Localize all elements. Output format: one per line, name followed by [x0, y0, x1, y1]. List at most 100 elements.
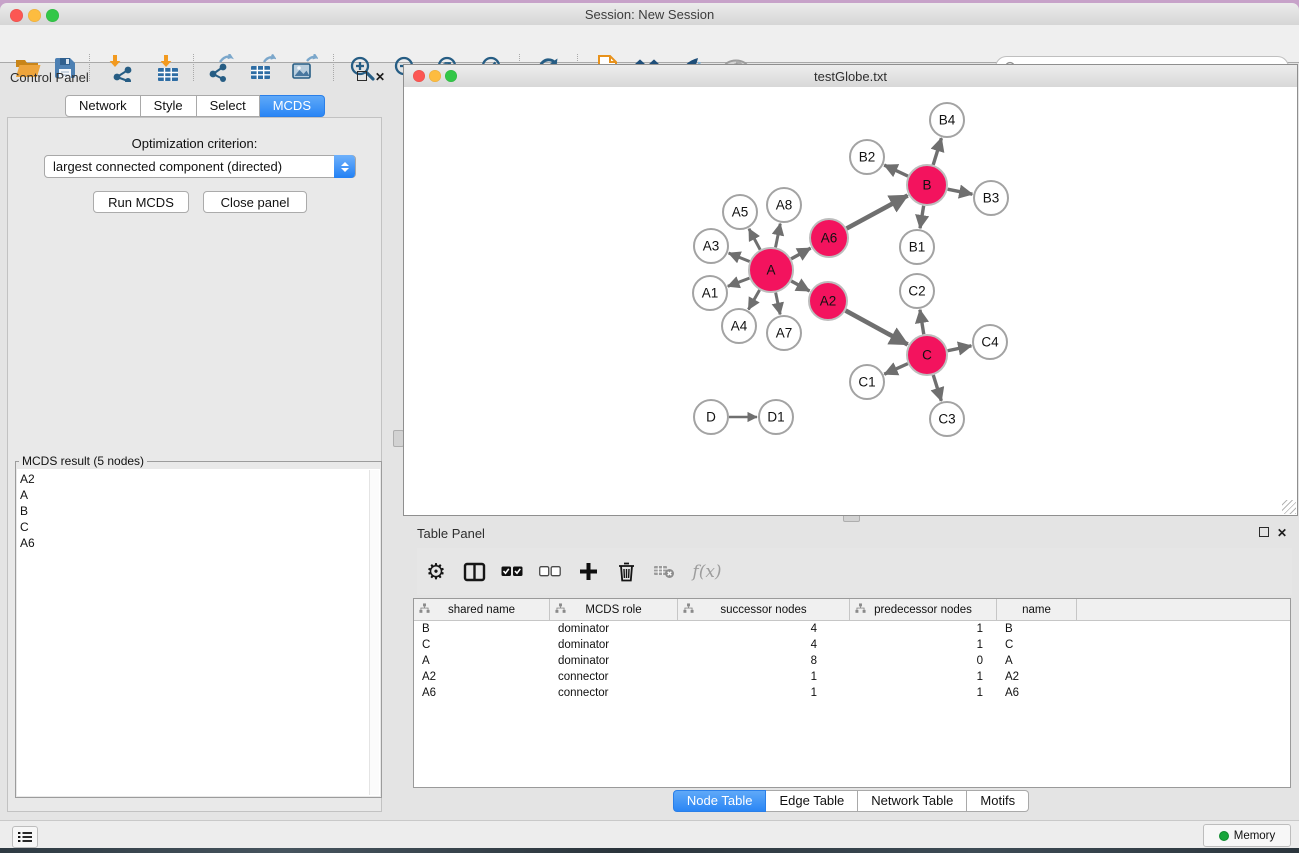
float-panel-icon[interactable] [357, 71, 367, 81]
import-table-icon[interactable] [151, 52, 185, 84]
column-view-icon[interactable] [455, 554, 493, 590]
network-edge[interactable] [933, 138, 941, 165]
network-node-C3[interactable]: C3 [930, 402, 964, 436]
run-mcds-button[interactable]: Run MCDS [93, 191, 189, 213]
table-cell: 1 [850, 687, 997, 699]
table-row[interactable]: A6connector11A6 [414, 685, 1290, 701]
add-column-icon[interactable] [569, 554, 607, 590]
network-edge[interactable] [729, 253, 750, 261]
criterion-select[interactable]: largest connected component (directed) [44, 155, 356, 178]
result-item[interactable]: A [20, 487, 380, 503]
network-node-D[interactable]: D [694, 400, 728, 434]
network-node-B4[interactable]: B4 [930, 103, 964, 137]
network-node-C4[interactable]: C4 [973, 325, 1007, 359]
criterion-label: Optimization criterion: [8, 136, 381, 151]
network-graph[interactable]: A A1 A2 A3 A4 A5 A6 A7 A8 B B1 B2 B3 B4 C C1 C2 C3 C4 D D1 [404, 87, 1297, 515]
network-edge[interactable] [748, 290, 759, 310]
network-edge[interactable] [749, 229, 760, 250]
network-node-C2[interactable]: C2 [900, 274, 934, 308]
tab-style[interactable]: Style [141, 95, 197, 117]
table-cell: A2 [414, 671, 550, 683]
network-node-B3[interactable]: B3 [974, 181, 1008, 215]
function-builder-icon[interactable]: f(x) [683, 554, 731, 590]
result-item[interactable]: A6 [20, 535, 380, 551]
network-edge[interactable] [846, 311, 908, 345]
table-cell: 1 [850, 639, 997, 651]
network-edge[interactable] [948, 346, 972, 351]
show-panels-button[interactable] [12, 826, 38, 848]
network-node-A1[interactable]: A1 [693, 276, 727, 310]
table-row[interactable]: Cdominator41C [414, 637, 1290, 653]
network-edge[interactable] [920, 310, 924, 334]
network-edge[interactable] [948, 189, 973, 194]
node-table[interactable]: shared name MCDS role successor nodesprede… [413, 598, 1291, 788]
tab-edge-table[interactable]: Edge Table [766, 790, 858, 812]
network-node-A[interactable]: A [749, 248, 793, 292]
export-table-icon[interactable] [245, 52, 279, 84]
tab-network[interactable]: Network [65, 95, 141, 117]
titlebar[interactable]: Session: New Session [0, 3, 1299, 26]
select-all-icon[interactable] [493, 554, 531, 590]
result-item[interactable]: A2 [20, 471, 380, 487]
network-edge[interactable] [728, 278, 750, 286]
close-panel-icon[interactable]: ✕ [375, 71, 385, 83]
scrollbar[interactable] [369, 470, 379, 795]
network-node-C[interactable]: C [907, 335, 947, 375]
table-row[interactable]: A2connector11A2 [414, 669, 1290, 685]
close-panel-icon[interactable]: ✕ [1277, 527, 1287, 539]
memory-button[interactable]: Memory [1203, 824, 1291, 847]
result-item[interactable]: C [20, 519, 380, 535]
tab-node-table[interactable]: Node Table [673, 790, 767, 812]
float-panel-icon[interactable] [1259, 527, 1269, 537]
column-header-shared-name[interactable]: shared name [414, 599, 550, 620]
network-node-B1[interactable]: B1 [900, 230, 934, 264]
network-node-A4[interactable]: A4 [722, 309, 756, 343]
column-header-label: MCDS role [585, 604, 641, 616]
result-item[interactable]: B [20, 503, 380, 519]
export-network-icon[interactable] [204, 52, 238, 84]
close-panel-button[interactable]: Close panel [203, 191, 307, 213]
column-header-successor-nodes[interactable]: successor nodes [678, 599, 850, 620]
mcds-result-list[interactable]: A2ABCA6 [17, 469, 380, 796]
delete-icon[interactable] [607, 554, 645, 590]
network-canvas[interactable]: A A1 A2 A3 A4 A5 A6 A7 A8 B B1 B2 B3 B4 C C1 C2 C3 C4 D D1 [404, 87, 1297, 515]
network-node-B[interactable]: B [907, 165, 947, 205]
import-network-icon[interactable] [104, 52, 138, 84]
network-edge[interactable] [884, 364, 908, 375]
network-edge[interactable] [933, 375, 941, 401]
network-edge[interactable] [847, 195, 908, 228]
tab-motifs[interactable]: Motifs [967, 790, 1029, 812]
network-edge[interactable] [920, 206, 924, 229]
table-row[interactable]: Bdominator41B [414, 621, 1290, 637]
network-node-A3[interactable]: A3 [694, 229, 728, 263]
network-node-A6[interactable]: A6 [810, 219, 848, 257]
network-edge[interactable] [776, 293, 781, 315]
network-node-D1[interactable]: D1 [759, 400, 793, 434]
table-row[interactable]: Adominator80A [414, 653, 1290, 669]
column-header-predecessor-nodes[interactable]: predecessor nodes [850, 599, 997, 620]
network-node-A5[interactable]: A5 [723, 195, 757, 229]
network-edge[interactable] [776, 224, 781, 248]
tab-select[interactable]: Select [197, 95, 260, 117]
resize-grip-icon[interactable] [1282, 500, 1296, 514]
node-label: A8 [776, 198, 793, 213]
network-node-A7[interactable]: A7 [767, 316, 801, 350]
network-node-C1[interactable]: C1 [850, 365, 884, 399]
table-cell: 1 [850, 623, 997, 635]
network-edge[interactable] [791, 281, 809, 291]
column-header-mcds-role[interactable]: MCDS role [550, 599, 678, 620]
network-node-A2[interactable]: A2 [809, 282, 847, 320]
network-node-A8[interactable]: A8 [767, 188, 801, 222]
tab-network-table[interactable]: Network Table [858, 790, 967, 812]
export-image-icon[interactable] [287, 52, 321, 84]
delete-table-icon[interactable] [645, 554, 683, 590]
network-edge[interactable] [791, 248, 810, 259]
tab-mcds[interactable]: MCDS [260, 95, 325, 117]
network-window-titlebar[interactable]: testGlobe.txt [404, 65, 1297, 88]
network-window-title: testGlobe.txt [404, 69, 1297, 84]
gear-icon[interactable]: ⚙ [417, 554, 455, 590]
deselect-all-icon[interactable] [531, 554, 569, 590]
network-node-B2[interactable]: B2 [850, 140, 884, 174]
network-edge[interactable] [884, 165, 908, 176]
column-header-name[interactable]: name [997, 599, 1077, 620]
